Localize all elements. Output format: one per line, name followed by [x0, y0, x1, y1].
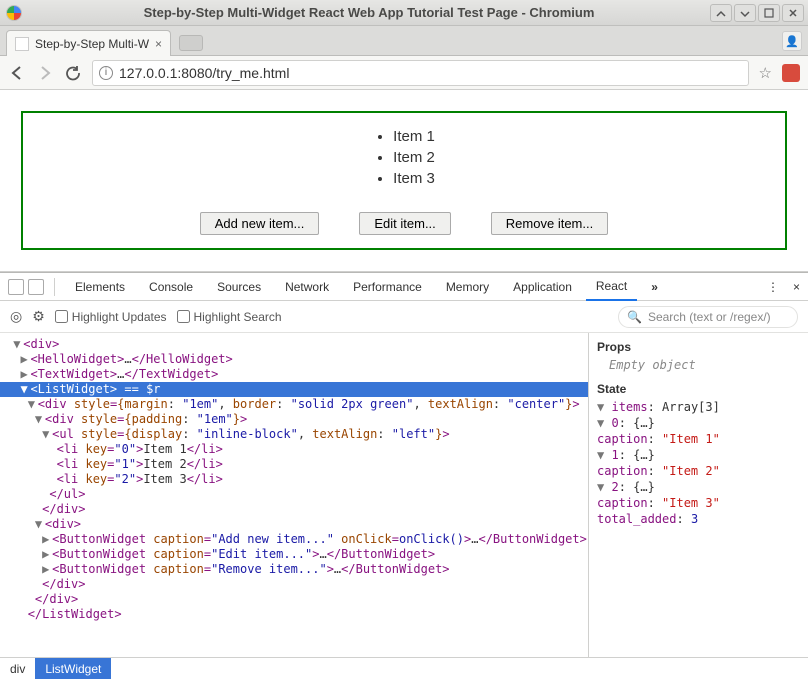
state-item-1[interactable]: ▼ 1: {…}	[597, 447, 800, 463]
edit-item-button[interactable]: Edit item...	[359, 212, 450, 235]
close-button[interactable]	[782, 4, 804, 22]
window-titlebar: Step-by-Step Multi-Widget React Web App …	[0, 0, 808, 26]
close-icon[interactable]: ×	[155, 37, 162, 51]
tab-react[interactable]: React	[586, 273, 637, 301]
tab-elements[interactable]: Elements	[65, 274, 135, 300]
tab-memory[interactable]: Memory	[436, 274, 499, 300]
state-items[interactable]: ▼ items: Array[3]	[597, 399, 800, 415]
props-empty: Empty object	[609, 357, 800, 373]
devtools: Elements Console Sources Network Perform…	[0, 272, 808, 679]
address-bar-row: i 127.0.0.1:8080/try_me.html ☆	[0, 56, 808, 90]
devtools-menu-icon[interactable]: ⋮	[767, 280, 779, 294]
list-item: Item 2	[393, 147, 435, 168]
search-placeholder: Search (text or /regex/)	[648, 310, 771, 324]
remove-item-button[interactable]: Remove item...	[491, 212, 608, 235]
back-button[interactable]	[8, 64, 26, 82]
reload-button[interactable]	[64, 64, 82, 82]
search-input[interactable]: 🔍 Search (text or /regex/)	[618, 306, 798, 328]
tab-title: Step-by-Step Multi-W	[35, 37, 149, 51]
tab-application[interactable]: Application	[503, 274, 582, 300]
state-caption-1: caption: "Item 2"	[597, 463, 800, 479]
props-state-pane: Props Empty object State ▼ items: Array[…	[588, 333, 808, 657]
tab-console[interactable]: Console	[139, 274, 203, 300]
tab-sources[interactable]: Sources	[207, 274, 271, 300]
props-header: Props	[597, 339, 800, 355]
list-item: Item 3	[393, 168, 435, 189]
address-bar[interactable]: i 127.0.0.1:8080/try_me.html	[92, 60, 749, 86]
page-icon	[15, 37, 29, 51]
state-caption-0: caption: "Item 1"	[597, 431, 800, 447]
state-caption-2: caption: "Item 3"	[597, 495, 800, 511]
extension-icon[interactable]	[782, 64, 800, 82]
new-tab-button[interactable]	[179, 35, 203, 51]
url-text: 127.0.0.1:8080/try_me.html	[119, 65, 289, 81]
highlight-search-checkbox[interactable]: Highlight Search	[177, 310, 282, 324]
restore-button[interactable]	[734, 4, 756, 22]
item-list: Item 1 Item 2 Item 3	[373, 126, 435, 189]
list-widget: Item 1 Item 2 Item 3 Add new item... Edi…	[21, 111, 787, 250]
state-total-added: total_added: 3	[597, 511, 800, 527]
list-wrap: Item 1 Item 2 Item 3	[23, 113, 785, 202]
list-item: Item 1	[393, 126, 435, 147]
page-content: Item 1 Item 2 Item 3 Add new item... Edi…	[0, 90, 808, 272]
tabs-more-icon[interactable]: »	[641, 274, 668, 300]
gear-icon[interactable]: ⚙	[32, 308, 45, 325]
chrome-icon	[6, 5, 22, 21]
tab-performance[interactable]: Performance	[343, 274, 432, 300]
devtools-close-icon[interactable]: ×	[793, 280, 800, 294]
search-icon: 🔍	[627, 310, 642, 324]
eye-icon[interactable]: ◎	[10, 308, 22, 325]
minimize-button[interactable]	[710, 4, 732, 22]
window-title: Step-by-Step Multi-Widget React Web App …	[28, 5, 710, 20]
tab-strip: Step-by-Step Multi-W × 👤	[0, 26, 808, 56]
highlight-updates-checkbox[interactable]: Highlight Updates	[55, 310, 167, 324]
state-item-2[interactable]: ▼ 2: {…}	[597, 479, 800, 495]
crumb-active[interactable]: ListWidget	[35, 658, 111, 679]
browser-tab[interactable]: Step-by-Step Multi-W ×	[6, 30, 171, 56]
add-item-button[interactable]: Add new item...	[200, 212, 320, 235]
forward-button[interactable]	[36, 64, 54, 82]
selected-node: ▼<ListWidget> == $r	[0, 382, 588, 397]
tab-network[interactable]: Network	[275, 274, 339, 300]
react-toolbar: ◎ ⚙ Highlight Updates Highlight Search 🔍…	[0, 301, 808, 333]
inspect-icon[interactable]	[8, 279, 24, 295]
button-row: Add new item... Edit item... Remove item…	[23, 212, 785, 235]
state-item-0[interactable]: ▼ 0: {…}	[597, 415, 800, 431]
component-tree[interactable]: ▼<div> ▶<HelloWidget>…</HelloWidget> ▶<T…	[0, 333, 588, 657]
crumb-root[interactable]: div	[0, 658, 35, 679]
state-header: State	[597, 381, 800, 397]
maximize-button[interactable]	[758, 4, 780, 22]
devtools-tabs: Elements Console Sources Network Perform…	[0, 273, 808, 301]
breadcrumb: div ListWidget	[0, 657, 808, 679]
profile-button[interactable]: 👤	[782, 31, 802, 51]
device-icon[interactable]	[28, 279, 44, 295]
site-info-icon[interactable]: i	[99, 66, 113, 80]
bookmark-icon[interactable]: ☆	[759, 64, 772, 82]
